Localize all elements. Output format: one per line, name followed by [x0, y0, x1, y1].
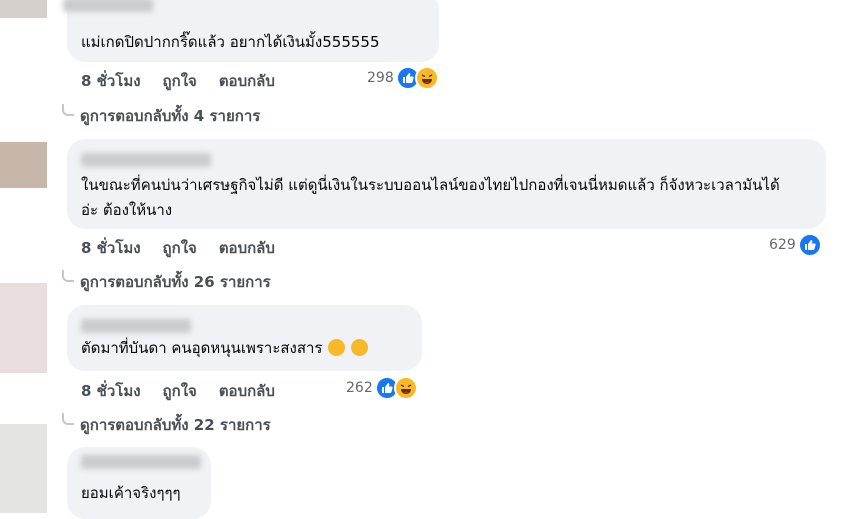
comment-time[interactable]: 8 ชั่วโมง: [81, 236, 141, 260]
comment-text: ในขณะที่คนบ่นว่าเศรษฐกิจไม่ดี แต่ดูนี่เง…: [81, 176, 780, 219]
comment-text: ตัดมาที่บันดา คนอุดหนุนเพราะสงสาร: [81, 336, 369, 361]
reaction-summary[interactable]: 262: [346, 376, 418, 400]
comment-actions: 8 ชั่วโมง ถูกใจ ตอบกลับ: [81, 379, 275, 403]
like-button[interactable]: ถูกใจ: [163, 69, 197, 93]
reply-thread-line: [62, 104, 74, 116]
blurred-author-name: [81, 319, 191, 333]
comment-bubble: ยอมเค้าจริงๆๆๆ: [67, 447, 211, 519]
avatar[interactable]: [0, 424, 47, 513]
avatar[interactable]: [0, 0, 47, 18]
view-replies-label: ดูการตอบกลับทั้ง 22 รายการ: [80, 416, 271, 434]
comment-text: แม่เกดปิดปากกริ๊ดแล้ว อยากได้เงินมั้ง555…: [81, 33, 380, 51]
like-button[interactable]: ถูกใจ: [163, 379, 197, 403]
laugh-cry-emoji-icon: [351, 339, 369, 356]
haha-icon: [393, 376, 418, 400]
reaction-summary[interactable]: 298: [367, 66, 439, 90]
view-replies-label: ดูการตอบกลับทั้ง 26 รายการ: [80, 273, 271, 291]
reply-thread-line: [62, 270, 74, 282]
avatar[interactable]: [0, 142, 47, 188]
comment-bubble: แม่เกดปิดปากกริ๊ดแล้ว อยากได้เงินมั้ง555…: [63, 0, 439, 62]
haha-icon: [414, 66, 439, 90]
reply-button[interactable]: ตอบกลับ: [219, 236, 275, 260]
view-replies-link[interactable]: ดูการตอบกลับทั้ง 4 รายการ: [62, 104, 260, 128]
comment-bubble: ตัดมาที่บันดา คนอุดหนุนเพราะสงสาร: [67, 305, 422, 371]
comment-text: ยอมเค้าจริงๆๆๆ: [81, 484, 181, 502]
reply-button[interactable]: ตอบกลับ: [219, 379, 275, 403]
reaction-count: 262: [346, 380, 373, 396]
like-icon: [797, 233, 822, 257]
reaction-summary[interactable]: 629: [769, 233, 822, 257]
reaction-count: 629: [769, 237, 796, 253]
blurred-author-name: [63, 0, 153, 12]
like-button[interactable]: ถูกใจ: [163, 236, 197, 260]
reaction-count: 298: [367, 70, 394, 86]
comment-bubble: ในขณะที่คนบ่นว่าเศรษฐกิจไม่ดี แต่ดูนี่เง…: [67, 139, 826, 229]
reply-button[interactable]: ตอบกลับ: [219, 69, 275, 93]
comment-text-body: ตัดมาที่บันดา คนอุดหนุนเพราะสงสาร: [81, 339, 323, 357]
blurred-author-name: [81, 455, 201, 469]
laugh-cry-emoji-icon: [328, 339, 346, 356]
view-replies-link[interactable]: ดูการตอบกลับทั้ง 26 รายการ: [62, 270, 271, 294]
comment-time[interactable]: 8 ชั่วโมง: [81, 379, 141, 403]
avatar[interactable]: [0, 283, 47, 373]
view-replies-link[interactable]: ดูการตอบกลับทั้ง 22 รายการ: [62, 413, 271, 437]
reply-thread-line: [62, 413, 74, 425]
comment-actions: 8 ชั่วโมง ถูกใจ ตอบกลับ: [81, 236, 275, 260]
blurred-author-name: [81, 153, 211, 167]
comment-actions: 8 ชั่วโมง ถูกใจ ตอบกลับ: [81, 69, 275, 93]
view-replies-label: ดูการตอบกลับทั้ง 4 รายการ: [80, 107, 261, 125]
comment-time[interactable]: 8 ชั่วโมง: [81, 69, 141, 93]
